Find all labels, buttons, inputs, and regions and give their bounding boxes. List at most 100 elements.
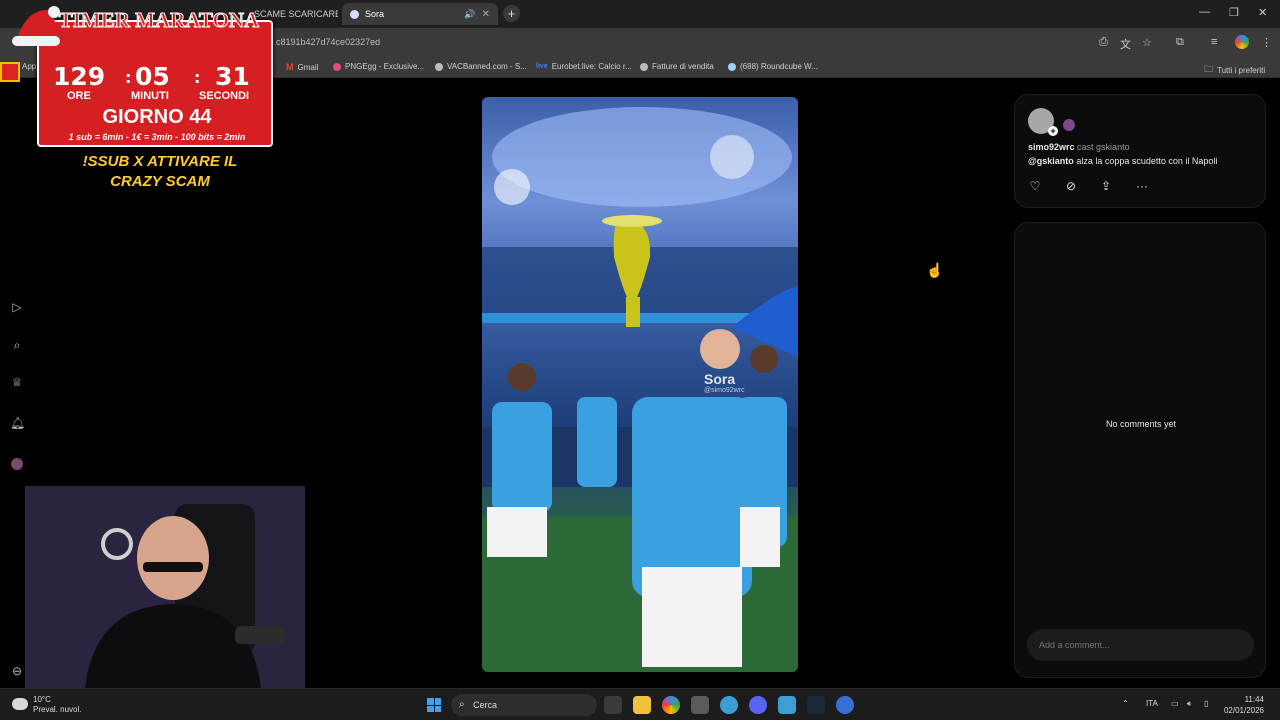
translate-icon[interactable]: 文 <box>1120 36 1131 52</box>
task-view-icon[interactable] <box>604 696 622 714</box>
volume-icon[interactable]: 🔉︎ <box>1187 699 1192 709</box>
bookmark-pngegg[interactable]: PNGEgg - Exclusive... <box>333 62 424 71</box>
bookmark-gmail[interactable]: M Gmail <box>286 62 318 72</box>
globe-app-icon[interactable] <box>720 696 738 714</box>
post-caption: @gskianto alza la coppa scudetto con il … <box>1028 156 1217 166</box>
no-comments-text: No comments yet <box>1105 419 1177 429</box>
bookmark-apps[interactable]: App <box>22 62 36 71</box>
trophy-icon[interactable]: ♕ <box>10 375 24 389</box>
app-icon[interactable] <box>836 696 854 714</box>
timer-hours: 129 <box>53 62 106 91</box>
speaker-icon[interactable]: 🔊 <box>464 9 475 20</box>
bookmark-label: Gmail <box>297 62 319 72</box>
bookmark-fatture[interactable]: Fatture di vendita <box>640 62 714 71</box>
language-indicator[interactable]: ITA <box>1146 699 1158 708</box>
eurobet-icon: live <box>536 63 548 70</box>
screen: SCAME SCARICARE ✕ Sora 🔊 ✕ + — ❐ ✕ c8191… <box>0 0 1280 720</box>
author-name[interactable]: simo92wrc <box>1028 142 1075 152</box>
url-field[interactable]: c8191b427d74ce02327ed <box>276 37 380 47</box>
timer-minutes: 05 <box>135 62 170 91</box>
windows-start-icon[interactable] <box>427 698 441 712</box>
star-icon[interactable]: ☆ <box>1142 36 1152 49</box>
close-icon[interactable]: ✕ <box>482 9 490 20</box>
sora-favicon-icon <box>350 9 359 19</box>
hand-cursor-icon: ☝ <box>926 262 944 278</box>
network-icon[interactable]: ▭ <box>1171 699 1179 708</box>
cloud-icon <box>12 698 28 710</box>
folder-icon: 🗀 <box>1204 64 1214 74</box>
menu-icon[interactable]: ⋮ <box>1261 36 1272 49</box>
new-tab-button[interactable]: + <box>503 5 520 22</box>
all-bookmarks[interactable]: 🗀 Tutti i preferiti <box>1204 62 1265 78</box>
weather-temperature[interactable]: 10°C <box>33 695 51 704</box>
file-explorer-icon[interactable] <box>633 696 651 714</box>
extensions-icon[interactable]: ⧉ <box>1176 36 1184 49</box>
weather-description[interactable]: Preval. nuvol. <box>33 705 81 714</box>
bookmark-vacbanned[interactable]: VACBanned.com - S... <box>435 62 527 71</box>
roundcube-icon <box>728 62 736 71</box>
search-label: Cerca <box>473 700 498 710</box>
settings-icon[interactable]: ⊖ <box>10 664 24 678</box>
chrome-icon[interactable] <box>662 696 680 714</box>
mention-link[interactable]: @gskianto <box>1028 156 1074 166</box>
app-icon[interactable] <box>691 696 709 714</box>
bookmark-label: VACBanned.com - S... <box>447 62 527 71</box>
watermark-handle: @simo92wrc <box>704 387 745 394</box>
discord-icon[interactable] <box>749 696 767 714</box>
user-avatar[interactable] <box>11 458 23 470</box>
gmail-icon: M <box>286 62 294 72</box>
timer-title: TIMER MARATONA <box>58 8 260 33</box>
video-player[interactable]: Sora @simo92wrc <box>482 97 798 672</box>
app-icon[interactable] <box>778 696 796 714</box>
post-card: + simo92wrc cast gskianto @gskianto alza… <box>1014 94 1266 208</box>
timer-seconds-label: SECONDI <box>199 90 250 102</box>
remix-icon[interactable]: ⊘ <box>1063 178 1079 194</box>
minimize-icon[interactable]: — <box>1199 6 1210 18</box>
globe-icon <box>640 62 648 71</box>
timer-separator: : <box>194 68 201 87</box>
tray-overflow-icon[interactable]: ⌃ <box>1122 699 1129 708</box>
steam-icon[interactable] <box>807 696 825 714</box>
santa-hat-icon <box>12 6 60 46</box>
install-app-icon[interactable]: ⎙ <box>1099 36 1108 49</box>
author-line: simo92wrc cast gskianto <box>1028 142 1130 152</box>
media-icon[interactable]: ≡ <box>1211 36 1217 48</box>
more-icon[interactable]: ··· <box>1134 178 1150 194</box>
webcam-feed <box>25 486 305 688</box>
clock-time[interactable]: 11:44 <box>1224 695 1264 704</box>
cameo-avatar[interactable] <box>1063 119 1075 131</box>
share-icon[interactable]: ⇪ <box>1098 178 1114 194</box>
bookmark-label: Fatture di vendita <box>652 62 714 71</box>
restore-icon[interactable]: ❐ <box>1229 6 1239 19</box>
comments-panel: No comments yet <box>1014 222 1266 678</box>
timer-separator: : <box>125 68 132 87</box>
bookmark-label: Eurobet.live: Calcio r... <box>551 62 632 71</box>
heart-icon[interactable]: ♡ <box>1027 178 1043 194</box>
browser-tab-sora[interactable]: Sora 🔊 ✕ <box>342 3 498 25</box>
pngegg-icon <box>333 62 341 71</box>
close-window-icon[interactable]: ✕ <box>1258 6 1267 19</box>
bookmark-label: PNGEgg - Exclusive... <box>345 62 425 71</box>
caption-text: alza la coppa scudetto con il Napoli <box>1076 156 1218 166</box>
comment-input[interactable] <box>1027 629 1254 661</box>
timer-seconds: 31 <box>215 62 250 91</box>
bookmark-eurobet[interactable]: live Eurobet.live: Calcio r... <box>536 62 632 71</box>
follow-plus-icon[interactable]: + <box>1048 126 1058 136</box>
cast-text: cast gskianto <box>1077 142 1130 152</box>
timer-hours-label: ORE <box>67 90 91 102</box>
bookmark-roundcube[interactable]: (688) Roundcube W... <box>728 62 818 71</box>
clock-date[interactable]: 02/01/2026 <box>1208 706 1264 715</box>
sora-watermark: Sora <box>704 371 736 387</box>
timer-rate: 1 sub = 6min - 1€ = 3min - 100 bits = 2m… <box>68 132 246 142</box>
profile-avatar[interactable] <box>1235 35 1249 49</box>
video-frame <box>482 107 798 672</box>
timer-day: GIORNO 44 <box>102 106 212 128</box>
vacbanned-icon <box>435 62 443 71</box>
plus-icon: + <box>507 6 516 21</box>
play-icon[interactable]: ▷ <box>10 300 24 314</box>
bell-icon[interactable]: 🔔︎ <box>10 416 25 430</box>
search-icon[interactable]: ⌕ <box>10 338 24 352</box>
taskbar-search[interactable]: ⌕ Cerca <box>451 694 597 716</box>
tab-label: Sora <box>365 9 385 19</box>
bookmark-label: App <box>22 62 37 71</box>
